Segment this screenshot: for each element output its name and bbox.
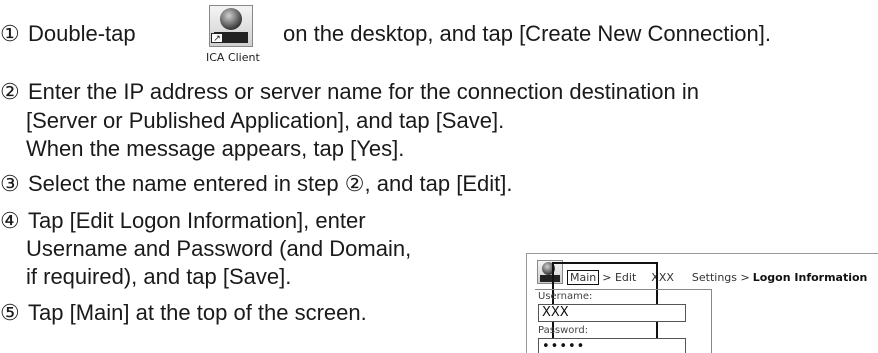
step-4-line-3: if required), and tap [Save]. bbox=[26, 264, 292, 289]
step-number: ① bbox=[0, 21, 20, 46]
step-2-line-3: When the message appears, tap [Yes]. bbox=[26, 136, 405, 161]
step-text-line: Tap [Edit Logon Information], enter bbox=[28, 208, 366, 233]
step-1: ① Double-tap bbox=[0, 19, 136, 49]
step-4-line-2: Username and Password (and Domain, bbox=[26, 236, 412, 261]
crumb-settings[interactable]: Settings > bbox=[692, 271, 750, 284]
step-text-line: Enter the IP address or server name for … bbox=[28, 79, 699, 104]
step-4: ④ Tap [Edit Logon Information], enter bbox=[0, 206, 366, 236]
username-label: Username: bbox=[538, 291, 593, 302]
divider bbox=[711, 289, 712, 353]
step-2-line-2: [Server or Published Application], and t… bbox=[26, 108, 505, 133]
step-2: ② Enter the IP address or server name for… bbox=[0, 77, 699, 107]
step-number: ⑤ bbox=[0, 300, 20, 325]
step-number: ③ bbox=[0, 171, 20, 196]
step-text: Select the name entered in step ②, and t… bbox=[28, 171, 513, 196]
step-5: ⑤ Tap [Main] at the top of the screen. bbox=[0, 298, 367, 328]
username-field[interactable]: XXX bbox=[538, 304, 686, 322]
step-text: Double-tap bbox=[28, 21, 136, 46]
logon-screen-inset: Main > Edit XXX Settings > Logon Information… bbox=[526, 253, 878, 353]
step-text: Tap [Main] at the top of the screen. bbox=[28, 300, 367, 325]
step-3: ③ Select the name entered in step ②, and … bbox=[0, 169, 512, 199]
password-field[interactable]: ••••• bbox=[538, 338, 686, 353]
divider bbox=[535, 289, 711, 290]
ica-client-label: ICA Client bbox=[206, 51, 260, 64]
step-number: ④ bbox=[0, 208, 20, 233]
step-text: on the desktop, and tap [Create New Conn… bbox=[283, 21, 771, 46]
step-1-continued: on the desktop, and tap [Create New Conn… bbox=[283, 19, 771, 49]
crumb-logon-information: Logon Information bbox=[752, 271, 868, 284]
password-label: Password: bbox=[538, 325, 589, 336]
step-number: ② bbox=[0, 79, 20, 104]
